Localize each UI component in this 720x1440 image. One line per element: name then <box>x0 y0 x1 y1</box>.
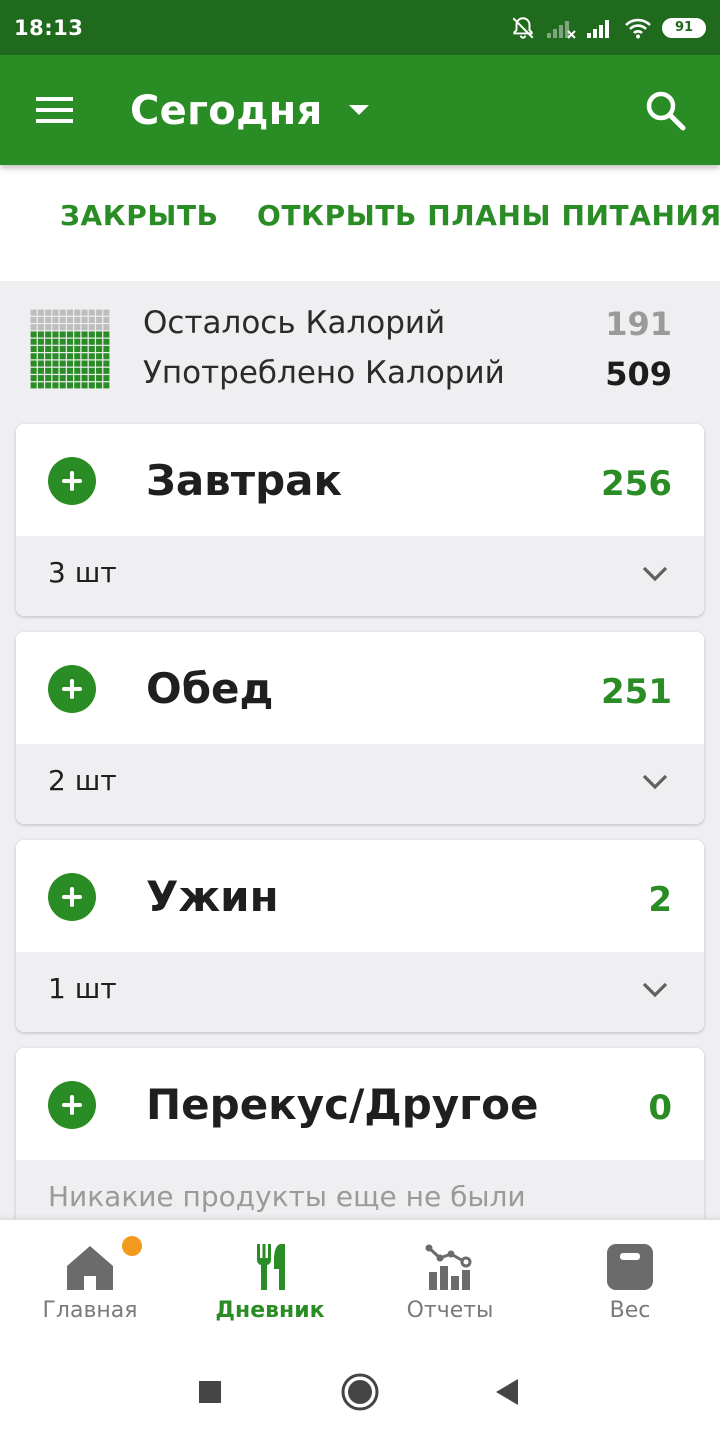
status-time: 18:13 <box>14 15 84 40</box>
page-title: Сегодня <box>130 88 323 134</box>
meal-items-toggle[interactable]: 3 шт <box>16 536 704 616</box>
meal-calories: 251 <box>601 672 672 712</box>
meal-name: Обед <box>146 664 274 713</box>
meal-item-count: 2 шт <box>48 764 117 797</box>
chevron-down-icon <box>642 982 668 998</box>
nav-label: Дневник <box>215 1298 325 1323</box>
nav-label: Главная <box>42 1298 138 1323</box>
battery-icon: 91 <box>662 17 706 38</box>
open-meal-plans-button[interactable]: ОТКРЫТЬ ПЛАНЫ ПИТАНИЯ <box>257 199 720 232</box>
meal-items-toggle[interactable]: 1 шт <box>16 952 704 1032</box>
recents-icon[interactable] <box>187 1369 233 1415</box>
chevron-down-icon <box>642 774 668 790</box>
search-button[interactable] <box>640 85 692 137</box>
meal-card-lunch: Обед 251 2 шт <box>16 632 704 824</box>
home-icon <box>67 1246 113 1290</box>
calorie-summary[interactable]: Осталось Калорий 191 Употреблено Калорий… <box>0 281 720 421</box>
dropdown-arrow-icon <box>348 105 369 115</box>
wifi-icon <box>625 18 651 38</box>
nav-item-weight[interactable]: Вес <box>540 1220 720 1346</box>
nav-item-diary[interactable]: Дневник <box>180 1220 360 1346</box>
notification-badge <box>122 1236 142 1256</box>
utensils-icon <box>256 1244 285 1290</box>
search-icon <box>646 91 686 131</box>
back-icon[interactable] <box>485 1369 531 1415</box>
nav-label: Отчеты <box>406 1298 494 1323</box>
meal-header[interactable]: Завтрак 256 <box>16 424 704 536</box>
meal-item-count: 1 шт <box>48 972 117 1005</box>
consumed-calories-label: Употреблено Калорий <box>143 355 505 391</box>
app-screen: 18:13 91 Сегодня ЗАКРЫТЬ ОТКРЫТЬ ПЛАНЫ П… <box>0 0 720 1440</box>
meal-header[interactable]: Ужин 2 <box>16 840 704 952</box>
meal-calories: 256 <box>601 464 672 504</box>
meal-card-snack: Перекус/Другое 0 Никакие продукты еще не… <box>16 1048 704 1240</box>
meal-header[interactable]: Перекус/Другое 0 <box>16 1048 704 1160</box>
meal-name: Перекус/Другое <box>146 1080 539 1129</box>
meal-calories: 2 <box>648 880 672 920</box>
chevron-down-icon <box>642 566 668 582</box>
nav-item-reports[interactable]: Отчеты <box>360 1220 540 1346</box>
scale-icon <box>607 1244 653 1290</box>
add-food-button[interactable] <box>48 457 96 505</box>
nav-item-home[interactable]: Главная <box>0 1220 180 1346</box>
menu-button[interactable] <box>26 87 82 135</box>
action-bar: ЗАКРЫТЬ ОТКРЫТЬ ПЛАНЫ ПИТАНИЯ <box>0 165 720 281</box>
status-icons: 91 <box>510 15 706 41</box>
system-nav-bar <box>0 1345 720 1440</box>
calorie-grid-icon <box>30 309 110 389</box>
remaining-calories-label: Осталось Калорий <box>143 305 446 341</box>
signal-weak-icon <box>547 20 576 39</box>
home-circle-icon[interactable] <box>337 1369 383 1415</box>
nav-label: Вес <box>609 1298 651 1323</box>
meal-card-breakfast: Завтрак 256 3 шт <box>16 424 704 616</box>
signal-icon <box>587 19 609 38</box>
app-bar: Сегодня <box>0 55 720 165</box>
remaining-calories-value: 191 <box>605 305 672 343</box>
reports-icon <box>425 1244 472 1290</box>
meal-header[interactable]: Обед 251 <box>16 632 704 744</box>
meal-item-count: 3 шт <box>48 556 117 589</box>
meal-card-dinner: Ужин 2 1 шт <box>16 840 704 1032</box>
meal-empty-text: Никакие продукты еще не были <box>48 1180 526 1213</box>
meal-calories: 0 <box>648 1088 672 1128</box>
consumed-calories-value: 509 <box>605 355 672 393</box>
meal-name: Завтрак <box>146 456 343 505</box>
close-button[interactable]: ЗАКРЫТЬ <box>60 199 219 232</box>
add-food-button[interactable] <box>48 873 96 921</box>
status-bar: 18:13 91 <box>0 0 720 55</box>
add-food-button[interactable] <box>48 665 96 713</box>
menu-icon <box>36 97 73 123</box>
add-food-button[interactable] <box>48 1081 96 1129</box>
meal-name: Ужин <box>146 872 279 921</box>
meal-items-toggle[interactable]: 2 шт <box>16 744 704 824</box>
bottom-nav: Главная Дневник Отчеты Вес <box>0 1219 720 1345</box>
date-selector[interactable]: Сегодня <box>130 83 369 139</box>
bell-off-icon <box>512 16 534 39</box>
